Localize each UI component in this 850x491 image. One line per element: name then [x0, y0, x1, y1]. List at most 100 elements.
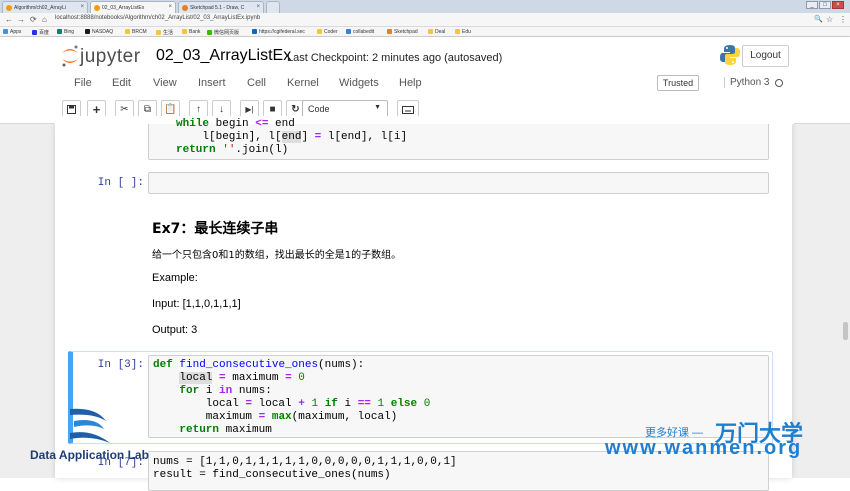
bookmark-item[interactable]: https://cgifederal.sec	[252, 29, 305, 35]
bookmark-item[interactable]: Sketchpad	[387, 29, 418, 35]
logout-button[interactable]: Logout	[742, 45, 789, 67]
bookmark-label: Edu	[462, 29, 471, 35]
bookmark-item[interactable]: 百度	[32, 29, 49, 36]
sketchpad-icon	[387, 29, 392, 34]
back-icon[interactable]: ←	[5, 15, 13, 24]
bookmark-item[interactable]: Coder	[317, 29, 338, 35]
reload-icon[interactable]: ⟳	[30, 15, 37, 24]
bookmark-item[interactable]: Edu	[455, 29, 471, 35]
home-icon[interactable]: ⌂	[42, 15, 47, 24]
close-tab-icon[interactable]: ×	[168, 4, 172, 10]
menu-file[interactable]: File	[74, 77, 92, 89]
markdown-heading: Ex7：最长连续子串	[152, 221, 279, 237]
folder-icon	[428, 29, 433, 34]
bookmark-label: 百度	[39, 30, 50, 36]
sketchpad-favicon-icon	[182, 5, 188, 11]
link-icon	[252, 29, 257, 34]
kernel-status-icon	[775, 79, 783, 87]
bookmark-label: Sketchpad	[394, 29, 418, 35]
menu-widgets[interactable]: Widgets	[339, 77, 379, 89]
bookmark-item[interactable]: 生活	[156, 29, 173, 36]
bookmark-item[interactable]: Bank	[182, 29, 200, 35]
url-field[interactable]: localhost:8888/notebooks/Algorithm/ch02_…	[55, 15, 260, 21]
menu-edit[interactable]: Edit	[112, 77, 131, 89]
code-line: def find_consecutive_ones(nums):	[153, 359, 365, 371]
close-tab-icon[interactable]: ×	[80, 4, 84, 10]
bookmark-label: 生活	[163, 30, 174, 36]
bing-icon	[57, 29, 62, 34]
zoom-icon[interactable]: 🔍	[814, 15, 823, 23]
cell-prompt: In [ ]:	[97, 177, 144, 189]
tab-label: 02_03_ArrayListEx	[102, 5, 145, 11]
browser-tab-active[interactable]: 02_03_ArrayListEx ×	[90, 1, 176, 13]
bookmark-item[interactable]: Bing	[57, 29, 74, 35]
markdown-output-example: Output: 3	[152, 324, 198, 336]
jupyter-logo-icon[interactable]	[60, 44, 80, 68]
close-window-button[interactable]: ×	[832, 1, 844, 9]
folder-icon	[182, 29, 187, 34]
bookmarks-bar: Apps 百度 Bing NASDAQ BRCM 生活 Bank 微信网页版 h…	[0, 27, 850, 37]
bookmark-label: 微信网页版	[214, 30, 240, 36]
bookmark-item[interactable]: 微信网页版	[207, 29, 239, 36]
tab-label: Algorithm/ch02_ArrayLi	[14, 5, 66, 11]
maximize-button[interactable]: □	[819, 1, 831, 9]
folder-icon	[317, 29, 322, 34]
markdown-example-label: Example:	[152, 272, 198, 284]
trusted-indicator[interactable]: Trusted	[657, 75, 699, 91]
jupyter-logo-text[interactable]: jupyter	[80, 46, 141, 68]
menu-help[interactable]: Help	[399, 77, 422, 89]
jupyter-favicon-icon	[6, 5, 12, 11]
nasdaq-icon	[85, 29, 90, 34]
code-line: local = local + 1 if i == 1 else 0	[153, 398, 431, 410]
baidu-icon	[32, 30, 37, 35]
jupyter-favicon-icon	[94, 5, 100, 11]
data-application-lab-watermark: Data Application Lab	[30, 448, 149, 462]
bookmark-item[interactable]: NASDAQ	[85, 29, 113, 35]
bookmark-item[interactable]: BRCM	[125, 29, 147, 35]
bookmark-label: Coder	[324, 29, 338, 35]
markdown-description: 给一个只包含0和1的数组，找出最长的全是1的子数组。	[152, 250, 402, 261]
scrollbar-thumb[interactable]	[843, 322, 848, 340]
bookmark-label: https://cgifederal.sec	[259, 29, 305, 35]
browser-tab[interactable]: Sketchpad 5.1 - Draw, C ×	[178, 1, 264, 13]
folder-icon	[125, 29, 130, 34]
tab-label: Sketchpad 5.1 - Draw, C	[190, 5, 245, 11]
bookmark-item[interactable]: collabedit	[346, 29, 374, 35]
menu-view[interactable]: View	[153, 77, 177, 89]
caret-down-icon: ▼	[374, 104, 381, 111]
bookmark-item[interactable]: Deal	[428, 29, 445, 35]
forward-icon[interactable]: →	[17, 15, 25, 24]
address-bar-row: ← → ⟳ ⌂ localhost:8888/notebooks/Algorit…	[0, 13, 850, 27]
notebook-name[interactable]: 02_03_ArrayListEx	[156, 47, 291, 65]
menu-icon[interactable]: ⋮	[839, 15, 847, 24]
browser-tab[interactable]: Algorithm/ch02_ArrayLi ×	[2, 1, 88, 13]
checkpoint-status: Last Checkpoint: 2 minutes ago (autosave…	[287, 52, 503, 64]
cell-prompt: In [3]:	[97, 359, 144, 371]
menu-insert[interactable]: Insert	[198, 77, 226, 89]
wechat-icon	[207, 30, 212, 35]
close-tab-icon[interactable]: ×	[256, 4, 260, 10]
bookmark-label: collabedit	[353, 29, 375, 35]
code-cell-empty[interactable]	[148, 172, 769, 194]
code-line: return maximum	[179, 424, 272, 436]
bookmark-label: NASDAQ	[92, 29, 114, 35]
watermark-url: www.wanmen.org	[605, 437, 803, 459]
folder-icon	[156, 30, 161, 35]
folder-icon	[455, 29, 460, 34]
bookmark-label: Apps	[10, 29, 22, 35]
bookmark-label: Bing	[64, 29, 75, 35]
new-tab-button[interactable]	[266, 1, 280, 13]
bookmark-item[interactable]: Apps	[3, 29, 21, 35]
python-logo-icon	[720, 45, 740, 65]
data-application-lab-logo-icon	[70, 408, 110, 443]
menu-cell[interactable]: Cell	[247, 77, 266, 89]
minimize-button[interactable]: _	[806, 1, 818, 9]
code-line: return ''.join(l)	[176, 144, 289, 156]
apps-icon	[3, 29, 8, 34]
kernel-name[interactable]: Python 3	[724, 77, 769, 88]
collabedit-icon	[346, 29, 351, 34]
bookmark-label: BRCM	[132, 29, 147, 35]
star-icon[interactable]: ☆	[826, 15, 833, 24]
menu-kernel[interactable]: Kernel	[287, 77, 319, 89]
code-line: result = find_consecutive_ones(nums)	[153, 469, 391, 481]
